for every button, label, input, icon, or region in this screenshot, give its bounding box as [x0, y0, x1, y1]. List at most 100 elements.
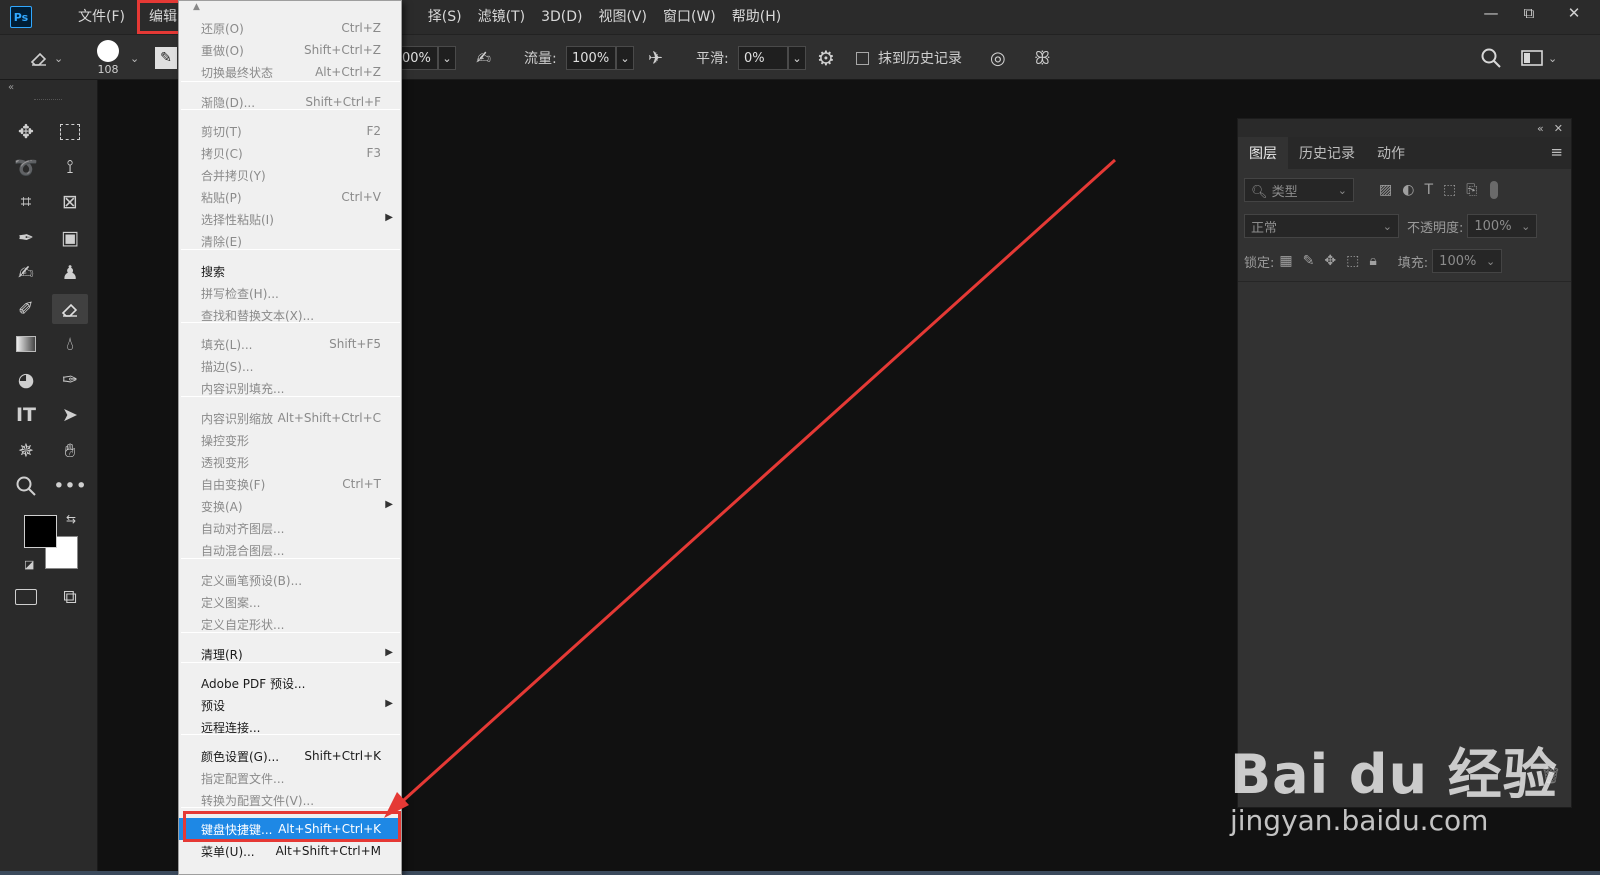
opacity-field[interactable]: 00%	[402, 46, 438, 70]
edit-menu-item[interactable]: 还原(O) Ctrl+Z	[179, 17, 401, 39]
collapse-toolbox-icon[interactable]: «	[8, 82, 14, 93]
more-tools-button[interactable]: •••	[52, 471, 88, 501]
erase-to-history-option[interactable]: 抹到历史记录	[856, 35, 962, 81]
quick-selection-tool[interactable]: ⟟	[52, 152, 88, 182]
filter-smart-object-icon[interactable]: ⎘	[1466, 182, 1477, 198]
pressure-size-button[interactable]: ◎	[990, 35, 1006, 81]
quick-mask-button[interactable]	[8, 582, 44, 612]
toolbox-grip[interactable]	[34, 99, 62, 101]
opacity-control[interactable]: 00% ⌄	[402, 35, 456, 81]
eraser-tool-preset[interactable]: ⌄	[28, 35, 63, 81]
move-tool[interactable]: ✥	[8, 117, 44, 147]
workspace-button[interactable]: ⌄	[1520, 35, 1557, 81]
flow-dropdown[interactable]: ⌄	[616, 46, 634, 70]
edit-menu-item[interactable]: 合并拷贝(Y)	[179, 164, 401, 186]
layer-filter-dropdown[interactable]: 🔍︎ 类型 ⌄	[1244, 178, 1354, 202]
edit-menu-item[interactable]: 搜索	[179, 260, 401, 282]
edit-menu-item[interactable]: 自由变换(F) Ctrl+T	[179, 473, 401, 495]
tab-history[interactable]: 历史记录	[1288, 137, 1366, 169]
edit-menu-item[interactable]: 选择性粘贴(I) ▶	[179, 208, 401, 230]
filter-adjustment-icon[interactable]: ◐	[1402, 182, 1414, 198]
edit-menu-item[interactable]: 描边(S)...	[179, 355, 401, 377]
crop-tool[interactable]: ⌗	[8, 187, 44, 217]
edit-menu-item[interactable]: Adobe PDF 预设...	[179, 672, 401, 694]
menu-select[interactable]: 择(S)	[428, 0, 470, 34]
opacity-dropdown[interactable]: ⌄	[438, 46, 456, 70]
blend-mode-dropdown[interactable]: 正常 ⌄	[1244, 214, 1399, 238]
lock-transparent-icon[interactable]: ▦	[1279, 253, 1292, 269]
edit-menu-item[interactable]: 预设 ▶	[179, 694, 401, 716]
lasso-tool[interactable]: ➰	[8, 152, 44, 182]
dodge-tool[interactable]: ◕	[8, 365, 44, 395]
smoothing-settings-button[interactable]: ⚙	[817, 35, 835, 81]
pen-tool[interactable]: ✑	[52, 365, 88, 395]
screen-mode-button[interactable]: ⧉	[52, 582, 88, 612]
marquee-tool[interactable]	[52, 117, 88, 147]
eyedropper-tool[interactable]: ✒	[8, 223, 44, 253]
edit-menu-item[interactable]: 渐隐(D)... Shift+Ctrl+F	[179, 91, 401, 113]
tab-layers[interactable]: 图层	[1238, 137, 1288, 169]
hand-tool[interactable]: ✋︎	[52, 436, 88, 466]
custom-shape-tool[interactable]: ✵	[8, 436, 44, 466]
brush-settings-button[interactable]: ✎	[155, 35, 177, 81]
smoothing-field[interactable]: 0%	[738, 46, 788, 70]
close-button[interactable]: ✕	[1548, 0, 1600, 26]
edit-menu-item[interactable]: 菜单(U)... Alt+Shift+Ctrl+M	[179, 840, 401, 862]
menu-filter[interactable]: 滤镜(T)	[470, 0, 533, 34]
brush-preset-picker[interactable]: 108	[97, 35, 119, 81]
blur-tool[interactable]: 💧︎	[52, 329, 88, 359]
trash-icon[interactable]: 🗑︎	[1541, 766, 1561, 785]
flow-field[interactable]: 100%	[566, 46, 616, 70]
close-icon[interactable]: ✕	[1554, 122, 1563, 135]
edit-menu-item[interactable]: 拼写检查(H)...	[179, 282, 401, 304]
filter-type-icon[interactable]: T	[1424, 182, 1433, 198]
panel-menu-icon[interactable]: ≡	[1550, 143, 1563, 161]
edit-menu-item[interactable]: 定义图案...	[179, 591, 401, 613]
history-brush-tool[interactable]: ✐	[8, 294, 44, 324]
edit-menu-item[interactable]: 填充(L)... Shift+F5	[179, 333, 401, 355]
menu-view[interactable]: 视图(V)	[590, 0, 655, 34]
edit-menu-item[interactable]: 操控变形	[179, 429, 401, 451]
collapse-panel-icon[interactable]: «	[1537, 122, 1544, 135]
edit-menu-item[interactable]: 透视变形	[179, 451, 401, 473]
erase-to-history-checkbox[interactable]	[856, 51, 869, 65]
edit-menu-item[interactable]: 定义自定形状...	[179, 613, 401, 635]
lock-position-icon[interactable]: ✥	[1324, 253, 1336, 269]
edit-menu-item[interactable]: 内容识别缩放 Alt+Shift+Ctrl+C	[179, 407, 401, 429]
brush-tool[interactable]: ✍	[8, 258, 44, 288]
edit-menu-item[interactable]: 清理(R) ▶	[179, 643, 401, 665]
edit-menu-item[interactable]: 查找和替换文本(X)...	[179, 304, 401, 326]
edit-menu-item[interactable]: 远程连接...	[179, 716, 401, 738]
brush-picker-chevron[interactable]: ⌄	[126, 35, 139, 81]
lock-all-icon[interactable]: 🔒︎	[1369, 253, 1376, 269]
flow-control[interactable]: 100% ⌄	[566, 35, 634, 81]
menu-help[interactable]: 帮助(H)	[724, 0, 789, 34]
filter-pixel-icon[interactable]: ▨	[1379, 182, 1392, 198]
edit-menu-item[interactable]: 自动混合图层...	[179, 539, 401, 561]
path-selection-tool[interactable]: ➤	[52, 400, 88, 430]
tab-actions[interactable]: 动作	[1366, 137, 1416, 169]
menu-3d[interactable]: 3D(D)	[533, 0, 590, 34]
edit-menu-item[interactable]: 定义画笔预设(B)...	[179, 569, 401, 591]
smoothing-dropdown[interactable]: ⌄	[788, 46, 806, 70]
edit-menu-item[interactable]: 颜色设置(G)... Shift+Ctrl+K	[179, 745, 401, 767]
edit-menu-item[interactable]: 粘贴(P) Ctrl+V	[179, 186, 401, 208]
edit-menu-item[interactable]: 转换为配置文件(V)...	[179, 789, 401, 811]
patch-tool[interactable]: ▣	[52, 223, 88, 253]
default-colors-icon[interactable]: ◪	[24, 558, 34, 571]
edit-menu-item[interactable]: 内容识别填充...	[179, 377, 401, 399]
minimize-button[interactable]: —	[1472, 0, 1510, 26]
swap-colors-icon[interactable]: ⇆	[66, 512, 76, 526]
lock-artboard-icon[interactable]: ⬚	[1346, 253, 1359, 269]
edit-menu-item[interactable]: 指定配置文件...	[179, 767, 401, 789]
zoom-tool[interactable]	[8, 471, 44, 501]
fill-field[interactable]: 100% ⌄	[1432, 249, 1503, 273]
pressure-opacity-button[interactable]: ✍	[476, 35, 491, 81]
lock-image-icon[interactable]: ✎	[1303, 253, 1315, 269]
edit-menu-item[interactable]: 重做(O) Shift+Ctrl+Z	[179, 39, 401, 61]
edit-menu-item[interactable]: 键盘快捷键... Alt+Shift+Ctrl+K	[179, 818, 401, 840]
symmetry-button[interactable]: ꕥ	[1034, 35, 1051, 81]
edit-menu-item[interactable]: 清除(E)	[179, 230, 401, 252]
edit-menu-item[interactable]: 切换最终状态 Alt+Ctrl+Z	[179, 61, 401, 83]
filter-toggle[interactable]	[1490, 181, 1499, 199]
